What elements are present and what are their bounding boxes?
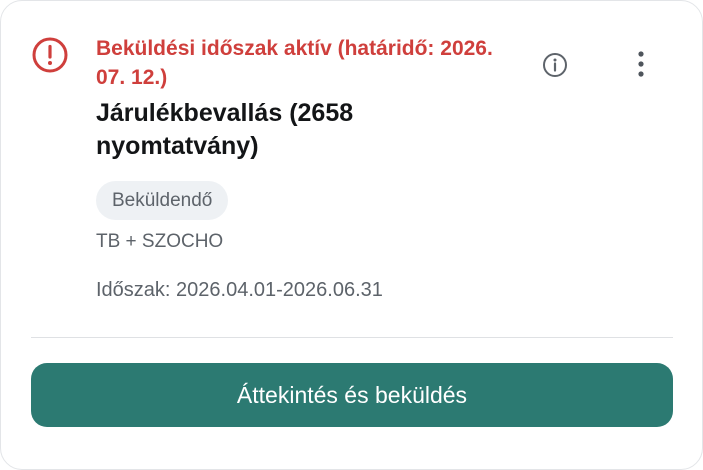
info-button[interactable]	[538, 48, 572, 82]
filing-card: Beküldési időszak aktív (határidő: 2026.…	[0, 0, 703, 470]
more-vertical-icon	[638, 51, 644, 77]
info-icon	[543, 53, 567, 77]
period-range: Időszak: 2026.04.01-2026.06.31	[96, 279, 383, 301]
deadline-warning: Beküldési időszak aktív (határidő: 2026.…	[96, 37, 493, 89]
form-title: Járulékbevallás (2658 nyomtatvány)	[96, 99, 354, 160]
contribution-type: TB + SZOCHO	[96, 231, 224, 252]
more-options-button[interactable]	[626, 46, 656, 82]
divider	[31, 337, 673, 338]
alert-circle-icon	[31, 36, 69, 74]
review-and-submit-button[interactable]: Áttekintés és beküldés	[31, 363, 673, 427]
status-badge: Beküldendő	[96, 181, 229, 220]
